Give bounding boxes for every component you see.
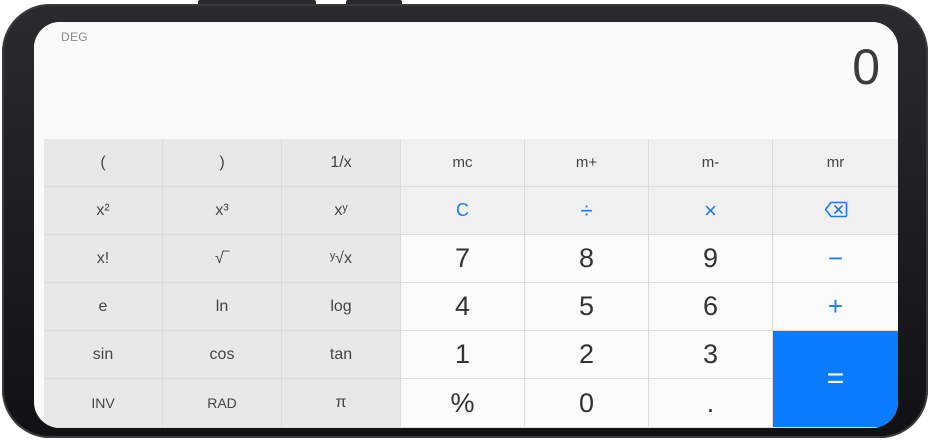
euler-key[interactable]: e: [44, 283, 163, 331]
digit-5-key[interactable]: 5: [525, 283, 649, 331]
calculator-display: DEG 0: [34, 22, 898, 139]
result-value: 0: [852, 39, 880, 95]
cos-key[interactable]: cos: [163, 331, 282, 379]
memory-subtract-key[interactable]: m-: [649, 139, 773, 187]
square-root-key[interactable]: √‾: [163, 235, 282, 283]
volume-button: [198, 0, 316, 4]
equals-key[interactable]: =: [773, 331, 898, 428]
phone-frame: DEG 0 ( ) 1/x mc m+ m- mr x² x³ xʸ C ÷ ×: [2, 0, 928, 438]
backspace-icon: [824, 198, 848, 224]
digit-1-key[interactable]: 1: [401, 331, 525, 379]
cube-key[interactable]: x³: [163, 187, 282, 235]
divide-key[interactable]: ÷: [525, 187, 649, 235]
memory-clear-key[interactable]: mc: [401, 139, 525, 187]
nth-root-key[interactable]: ʸ√x: [282, 235, 401, 283]
digit-2-key[interactable]: 2: [525, 331, 649, 379]
percent-key[interactable]: %: [401, 379, 525, 428]
multiply-key[interactable]: ×: [649, 187, 773, 235]
decimal-point-key[interactable]: .: [649, 379, 773, 428]
digit-9-key[interactable]: 9: [649, 235, 773, 283]
digit-7-key[interactable]: 7: [401, 235, 525, 283]
digit-6-key[interactable]: 6: [649, 283, 773, 331]
digit-0-key[interactable]: 0: [525, 379, 649, 428]
digit-8-key[interactable]: 8: [525, 235, 649, 283]
power-button: [346, 0, 402, 4]
backspace-key[interactable]: [773, 187, 898, 235]
inverse-key[interactable]: INV: [44, 379, 163, 428]
log-key[interactable]: log: [282, 283, 401, 331]
open-paren-key[interactable]: (: [44, 139, 163, 187]
memory-add-key[interactable]: m+: [525, 139, 649, 187]
factorial-key[interactable]: x!: [44, 235, 163, 283]
calculator-screen: DEG 0 ( ) 1/x mc m+ m- mr x² x³ xʸ C ÷ ×: [34, 22, 898, 428]
reciprocal-key[interactable]: 1/x: [282, 139, 401, 187]
memory-recall-key[interactable]: mr: [773, 139, 898, 187]
digit-3-key[interactable]: 3: [649, 331, 773, 379]
natural-log-key[interactable]: ln: [163, 283, 282, 331]
minus-key[interactable]: −: [773, 235, 898, 283]
radian-toggle-key[interactable]: RAD: [163, 379, 282, 428]
digit-4-key[interactable]: 4: [401, 283, 525, 331]
square-key[interactable]: x²: [44, 187, 163, 235]
keypad: ( ) 1/x mc m+ m- mr x² x³ xʸ C ÷ × x! √‾…: [44, 139, 898, 428]
angle-mode-indicator: DEG: [61, 30, 88, 44]
pi-key[interactable]: π: [282, 379, 401, 428]
tan-key[interactable]: tan: [282, 331, 401, 379]
plus-key[interactable]: +: [773, 283, 898, 331]
close-paren-key[interactable]: ): [163, 139, 282, 187]
power-key[interactable]: xʸ: [282, 187, 401, 235]
clear-key[interactable]: C: [401, 187, 525, 235]
sin-key[interactable]: sin: [44, 331, 163, 379]
